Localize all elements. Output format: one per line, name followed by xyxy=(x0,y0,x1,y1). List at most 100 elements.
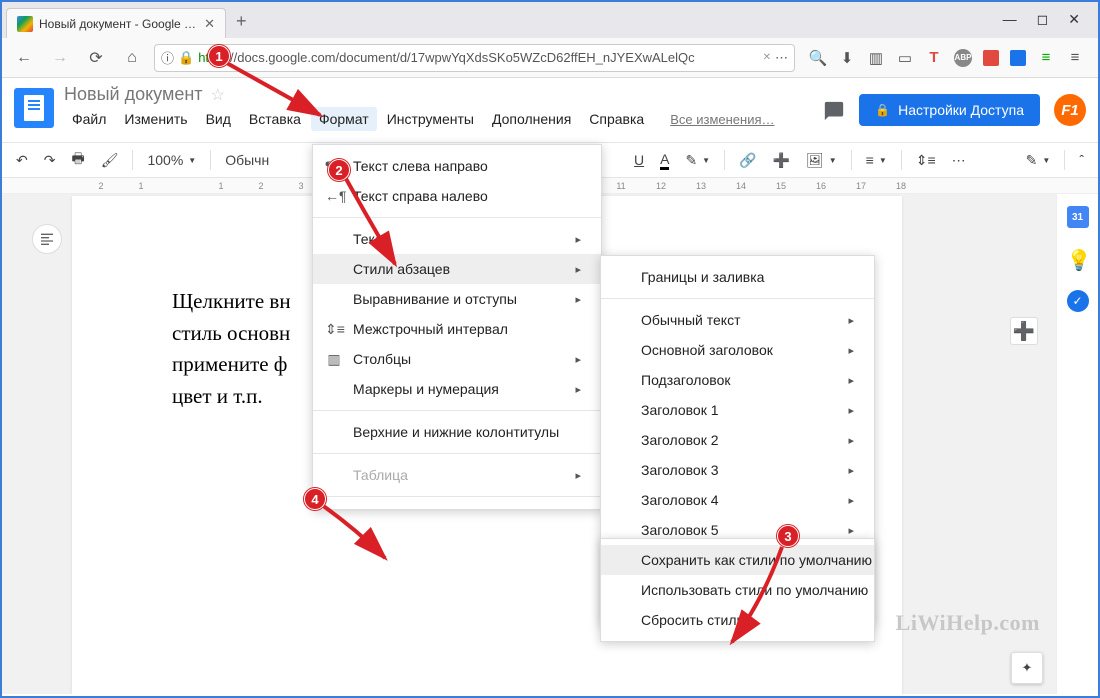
browser-tab[interactable]: Новый документ - Google Док ✕ xyxy=(6,8,226,38)
zoom-select[interactable]: 100%▼ xyxy=(141,148,202,172)
menu-h1[interactable]: Заголовок 1▸ xyxy=(601,395,874,425)
menu-text[interactable]: Текст▸ xyxy=(313,224,601,254)
new-tab-button[interactable]: + xyxy=(226,5,257,38)
line-spacing-icon: ⇕≡ xyxy=(325,321,343,338)
menu-addons[interactable]: Дополнения xyxy=(484,107,579,131)
outline-button[interactable] xyxy=(32,224,62,254)
browser-menu-icon[interactable]: ≡ xyxy=(1066,49,1084,67)
menu-view[interactable]: Вид xyxy=(198,107,239,131)
forward-button[interactable]: → xyxy=(46,44,74,72)
explore-button[interactable]: ✦ xyxy=(1011,652,1043,684)
window-controls: — ◻ ✕ xyxy=(1003,11,1098,38)
menu-normal-text[interactable]: Обычный текст▸ xyxy=(601,305,874,335)
menu-title[interactable]: Основной заголовок▸ xyxy=(601,335,874,365)
lock-icon: 🔒 xyxy=(178,50,194,66)
menu-columns[interactable]: ▥Столбцы▸ xyxy=(313,344,601,374)
info-icon[interactable]: ⓘ xyxy=(161,48,174,67)
menu-subtitle[interactable]: Подзаголовок▸ xyxy=(601,365,874,395)
add-comment-button[interactable]: ➕ xyxy=(1010,317,1038,345)
menu-h4[interactable]: Заголовок 4▸ xyxy=(601,485,874,515)
home-button[interactable]: ⌂ xyxy=(118,44,146,72)
undo-button[interactable]: ↶ xyxy=(10,148,34,173)
menu-align[interactable]: Выравнивание и отступы▸ xyxy=(313,284,601,314)
menu-para-styles[interactable]: Стили абзацев▸ xyxy=(313,254,601,284)
comments-icon[interactable] xyxy=(823,100,845,120)
annotation-badge-1: 1 xyxy=(208,45,230,67)
url-input[interactable]: ⓘ 🔒 https://docs.google.com/document/d/1… xyxy=(154,44,795,72)
share-button[interactable]: 🔒 Настройки Доступа xyxy=(859,94,1040,126)
text-color-button[interactable]: A xyxy=(654,147,675,174)
paint-format-button[interactable]: 🖌 xyxy=(95,148,125,173)
docs-logo-icon[interactable] xyxy=(14,88,54,128)
hide-menus-button[interactable]: ˆ xyxy=(1073,148,1090,172)
menu-reset-styles[interactable]: Сбросить стили xyxy=(601,605,874,635)
styles-select[interactable]: Обычн xyxy=(219,148,275,172)
browser-toolbar-icons: 🔍 ⬇ ▥ ▭ T ABP ≡ ≡ xyxy=(803,49,1090,67)
highlight-button[interactable]: ✎▼ xyxy=(679,148,716,173)
annotation-badge-2: 2 xyxy=(328,159,350,181)
star-icon[interactable]: ☆ xyxy=(211,85,225,105)
close-window-icon[interactable]: ✕ xyxy=(1068,11,1080,28)
insert-image-button[interactable]: 🖼▼ xyxy=(800,148,843,173)
columns-icon: ▥ xyxy=(325,351,343,368)
redo-button[interactable]: ↷ xyxy=(38,148,62,173)
menu-edit[interactable]: Изменить xyxy=(116,107,195,131)
url-more-icon[interactable]: ⋯ xyxy=(775,50,788,66)
menu-headers[interactable]: Верхние и нижние колонтитулы xyxy=(313,417,601,447)
annotation-badge-3: 3 xyxy=(777,525,799,547)
library-icon[interactable]: ▥ xyxy=(867,49,885,67)
underline-button[interactable]: U xyxy=(628,148,650,172)
menu-insert[interactable]: Вставка xyxy=(241,107,309,131)
side-panel: 31 💡 ✓ xyxy=(1056,194,1098,694)
close-tab-icon[interactable]: ✕ xyxy=(204,16,215,32)
share-label: Настройки Доступа xyxy=(898,102,1024,118)
keep-icon[interactable]: 💡 xyxy=(1067,248,1089,270)
menu-rtl[interactable]: ←¶Текст справа налево xyxy=(313,181,601,211)
favicon-icon xyxy=(17,16,33,32)
menu-use-default[interactable]: Использовать стили по умолчанию xyxy=(601,575,874,605)
browser-tab-strip: Новый документ - Google Док ✕ + — ◻ ✕ xyxy=(2,2,1098,38)
menu-ltr[interactable]: ¶→Текст слева направо xyxy=(313,151,601,181)
ext-abp-icon[interactable]: ABP xyxy=(954,49,972,67)
docs-header: Новый документ ☆ Файл Изменить Вид Встав… xyxy=(2,78,1098,142)
document-title[interactable]: Новый документ xyxy=(64,84,203,105)
ext-blue-icon[interactable] xyxy=(1010,50,1026,66)
menu-h3[interactable]: Заголовок 3▸ xyxy=(601,455,874,485)
rtl-icon: ←¶ xyxy=(325,188,343,204)
tab-title: Новый документ - Google Док xyxy=(39,17,198,31)
ext-green-icon[interactable]: ≡ xyxy=(1037,49,1055,67)
menu-format[interactable]: Формат xyxy=(311,107,377,131)
menu-file[interactable]: Файл xyxy=(64,107,114,131)
more-button[interactable]: ⋯ xyxy=(946,148,972,173)
ext-t-icon[interactable]: T xyxy=(925,49,943,67)
print-button[interactable]: 🖶 xyxy=(65,144,90,176)
reader-icon[interactable]: ▭ xyxy=(896,49,914,67)
menu-help[interactable]: Справка xyxy=(581,107,652,131)
insert-comment-button[interactable]: ➕ xyxy=(767,148,796,173)
maximize-icon[interactable]: ◻ xyxy=(1037,11,1049,28)
url-text: https://docs.google.com/document/d/17wpw… xyxy=(198,50,758,65)
search-icon[interactable]: 🔍 xyxy=(809,49,827,67)
clear-url[interactable]: ✕ xyxy=(763,52,771,63)
menu-save-default[interactable]: Сохранить как стили по умолчанию xyxy=(601,545,874,575)
calendar-icon[interactable]: 31 xyxy=(1067,206,1089,228)
watermark: LiWiHelp.com xyxy=(896,610,1040,636)
menu-table[interactable]: Таблица▸ xyxy=(313,460,601,490)
f1-help-icon[interactable]: F1 xyxy=(1054,94,1086,126)
editing-mode-button[interactable]: ✎▼ xyxy=(1020,148,1057,173)
menu-line-spacing[interactable]: ⇕≡Межстрочный интервал xyxy=(313,314,601,344)
line-spacing-button[interactable]: ⇕≡ xyxy=(910,148,942,173)
menu-tools[interactable]: Инструменты xyxy=(379,107,482,131)
last-edit-link[interactable]: Все изменения… xyxy=(670,112,774,127)
back-button[interactable]: ← xyxy=(10,44,38,72)
minimize-icon[interactable]: — xyxy=(1003,11,1017,28)
download-icon[interactable]: ⬇ xyxy=(838,49,856,67)
insert-link-button[interactable]: 🔗 xyxy=(733,148,762,173)
menu-borders[interactable]: Границы и заливка xyxy=(601,262,874,292)
menu-h2[interactable]: Заголовок 2▸ xyxy=(601,425,874,455)
menu-bullets[interactable]: Маркеры и нумерация▸ xyxy=(313,374,601,404)
ext-red-icon[interactable] xyxy=(983,50,999,66)
align-button[interactable]: ≡▼ xyxy=(860,148,893,172)
reload-button[interactable]: ⟳ xyxy=(82,44,110,72)
tasks-icon[interactable]: ✓ xyxy=(1067,290,1089,312)
